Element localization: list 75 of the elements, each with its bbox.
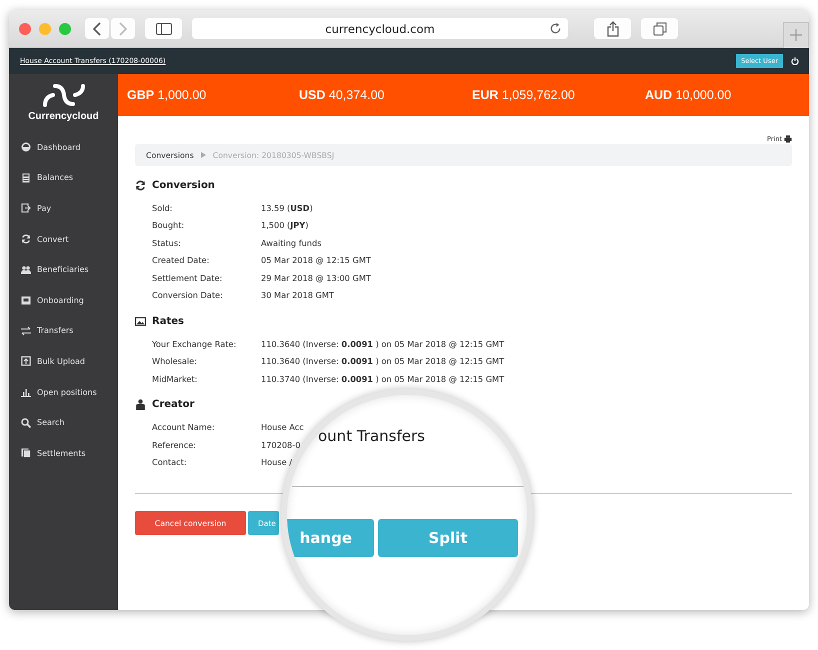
field-label: Your Exchange Rate: <box>152 338 238 349</box>
balance-amount: EUR 1,059,762.00 <box>472 88 576 102</box>
sidebar-item[interactable]: Search <box>9 407 118 438</box>
plus-icon <box>789 28 803 42</box>
field-label: Created Date: <box>152 255 210 266</box>
person-icon <box>135 399 146 410</box>
sidebar-item[interactable]: Open positions <box>9 376 118 408</box>
field-label: Status: <box>152 238 182 248</box>
field-value: House Acc <box>261 422 304 432</box>
documents-icon <box>21 448 31 458</box>
gauge-icon <box>21 142 31 152</box>
field-label: Bought: <box>152 220 186 230</box>
sidebar-item[interactable]: Pay <box>9 193 118 224</box>
field-value: 30 Mar 2018 GMT <box>261 290 334 300</box>
upload-icon <box>21 356 31 366</box>
sidebar-item[interactable]: Onboarding <box>9 284 118 316</box>
field-label: Reference: <box>152 440 197 450</box>
refresh-icon <box>135 180 146 190</box>
printer-icon[interactable] <box>784 134 792 142</box>
field-label: Settlement Date: <box>152 272 224 283</box>
tabs-button[interactable] <box>641 18 678 39</box>
sidebar-item[interactable]: Convert <box>9 224 118 254</box>
field-value: Awaiting funds <box>261 238 322 248</box>
tabs-icon <box>652 22 666 36</box>
chart-icon <box>21 387 31 398</box>
refresh-icon <box>21 234 31 244</box>
field-label: Contact: <box>152 457 188 468</box>
logo-text: Currencycloud <box>28 111 99 122</box>
field-label: MidMarket: <box>152 374 198 384</box>
field-value: 110.3640 (Inverse: 0.0091 ) on 05 Mar 2018 @ 12:15 GMT <box>261 338 504 349</box>
field-label: Wholesale: <box>152 356 198 366</box>
arrows-icon <box>21 326 31 336</box>
sidebar-item[interactable]: Dashboard <box>9 132 118 163</box>
balance-amount: GBP 1,000.00 <box>127 88 208 102</box>
field-value: 110.3740 (Inverse: 0.0091 ) on 05 Mar 2018 @ 12:15 GMT <box>261 374 504 384</box>
field-label: Conversion Date: <box>152 290 224 300</box>
balance-amount: AUD 10,000.00 <box>645 88 732 102</box>
sidebar-icon <box>156 22 172 34</box>
address-bar[interactable]: currencycloud.com <box>192 18 568 39</box>
reload-icon[interactable] <box>549 22 562 35</box>
chevron-icon <box>200 152 206 158</box>
sidebar-item[interactable]: Transfers <box>9 316 118 346</box>
field-value: House / <box>261 457 292 468</box>
section-title: Rates <box>152 316 184 326</box>
field-value: 13.59 (USD) <box>261 202 313 213</box>
magnified-heading: ount Transfers <box>318 427 425 445</box>
sidebar-item[interactable]: Beneficiaries <box>9 254 118 285</box>
field-value: 1,500 (JPY) <box>261 220 308 230</box>
sidebar-item[interactable]: Balances <box>9 162 118 194</box>
inbox-icon <box>21 295 31 306</box>
section-title: Creator <box>152 399 194 410</box>
share-icon <box>606 20 618 36</box>
search-icon <box>21 418 31 428</box>
field-value: 29 Mar 2018 @ 13:00 GMT <box>261 272 371 283</box>
sidebar-item[interactable]: Settlements <box>9 438 118 469</box>
section-title: Conversion <box>152 180 215 190</box>
field-value: 05 Mar 2018 @ 12:15 GMT <box>261 255 371 266</box>
exit-icon <box>21 203 31 214</box>
share-button[interactable] <box>594 18 631 39</box>
field-label: Account Name: <box>152 422 216 432</box>
people-icon <box>21 264 31 275</box>
calculator-icon <box>21 172 31 183</box>
back-button[interactable] <box>85 18 109 39</box>
sidebar-item[interactable]: Bulk Upload <box>9 346 118 377</box>
forward-icon <box>118 22 128 36</box>
url-text: currencycloud.com <box>325 22 435 36</box>
balance-amount: USD 40,374.00 <box>299 88 386 102</box>
power-icon[interactable] <box>791 57 799 65</box>
field-value: 110.3640 (Inverse: 0.0091 ) on 05 Mar 2018 @ 12:15 GMT <box>261 356 504 366</box>
sidebar-button[interactable] <box>145 18 182 39</box>
image-icon <box>135 316 146 326</box>
field-value: 170208-0 <box>261 440 300 450</box>
logo-icon <box>40 83 86 107</box>
back-icon <box>92 22 102 36</box>
field-label: Sold: <box>152 202 174 213</box>
